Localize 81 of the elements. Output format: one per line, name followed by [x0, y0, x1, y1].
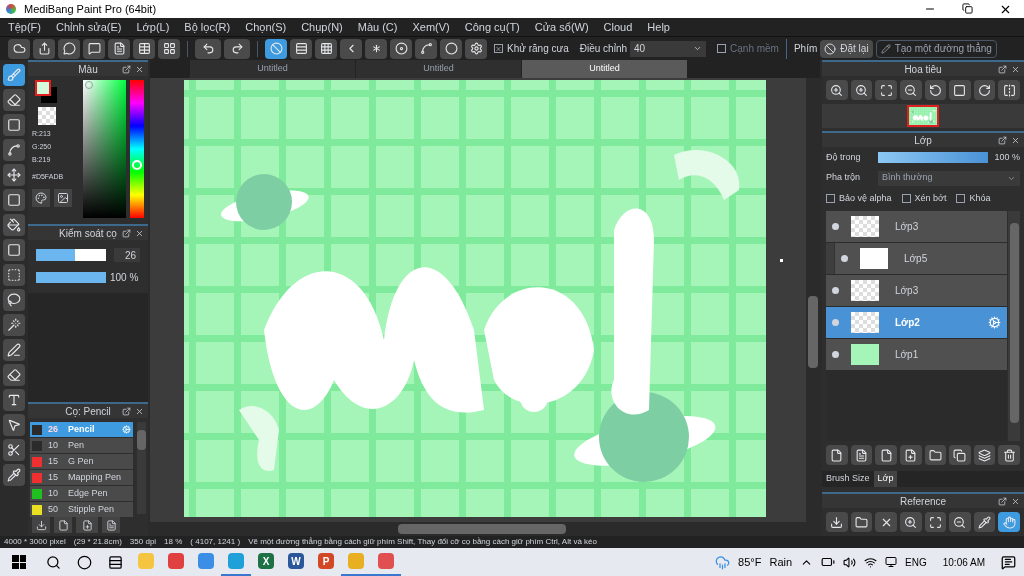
taskbar-app[interactable]: P — [311, 548, 341, 576]
layer-name: Lớp2 — [895, 316, 920, 330]
layer-item[interactable]: Lớp3 — [826, 211, 1007, 242]
brush-size: 10 — [48, 486, 59, 500]
soft-edge-label: Cạnh mềm — [730, 42, 779, 56]
brush-name: Pencil — [68, 422, 95, 436]
brush-item[interactable]: 15 Mapping Pen — [30, 470, 133, 485]
key-label: Phím — [793, 42, 818, 56]
status-text: 18 % — [164, 536, 183, 548]
document-tab[interactable]: Untitled — [522, 60, 687, 78]
brush-item[interactable]: 50 Stipple Pen — [30, 502, 133, 517]
document-tab[interactable]: Untitled — [356, 60, 521, 78]
panel-title: Reference — [899, 494, 947, 509]
brush-name: Pen — [68, 438, 84, 452]
layer-item[interactable]: Lớp5 — [834, 243, 1007, 274]
document-tab[interactable]: Untitled — [190, 60, 355, 78]
taskbar-app[interactable]: X — [251, 548, 281, 576]
menu-item[interactable]: Chỉnh sửa(E) — [56, 18, 122, 36]
layer-name: Lớp5 — [904, 252, 928, 266]
option-label: Xén bớt — [914, 191, 947, 205]
layer-name: Lớp1 — [895, 348, 919, 362]
menu-item[interactable]: Chọn(S) — [245, 18, 287, 36]
status-text: Vẽ một đường thẳng bằng cách giữ phím Shift, Thay đổi cỡ cọ bằng cách giữ phím Ctrl, Alt và kéo — [248, 536, 597, 548]
menu-item[interactable]: Lớp(L) — [136, 18, 170, 36]
status-text: ( 4107, 1241 ) — [190, 536, 241, 548]
powerpoint-icon: P — [318, 553, 334, 569]
menu-item[interactable]: Help — [647, 18, 670, 36]
status-text: (29 * 21.8cm) — [73, 536, 122, 548]
blend-label: Pha trộn — [826, 171, 862, 185]
reset-button[interactable]: Đặt lại — [820, 39, 873, 58]
layer-opacity-value: 100 % — [994, 151, 1020, 164]
brush-name: Mapping Pen — [68, 470, 122, 484]
brush-opacity-value: 100 % — [110, 271, 139, 285]
panel-title: Cọ: Pencil — [65, 404, 111, 419]
menu-item[interactable]: Cửa sổ(W) — [534, 18, 589, 36]
brush-size: 26 — [48, 422, 59, 436]
panel-title: Lớp — [914, 133, 932, 148]
adjust-dropdown[interactable]: 40 — [630, 40, 707, 57]
option-label: Khóa — [969, 191, 991, 205]
adjust-label: Điều chỉnh — [579, 42, 628, 56]
menu-item[interactable]: Màu (C) — [357, 18, 398, 36]
excel-icon: X — [258, 553, 274, 569]
menu-item[interactable]: Chụp(N) — [301, 18, 343, 36]
brush-item[interactable]: 10 Pen — [30, 438, 133, 453]
taskbar-app[interactable]: W — [281, 548, 311, 576]
clock[interactable]: 10:06 AM — [942, 554, 985, 570]
status-text: 4000 * 3000 pixel — [4, 536, 66, 548]
menu-item[interactable]: Tệp(F) — [8, 18, 41, 36]
window-title: MediBang Paint Pro (64bit) — [24, 1, 157, 17]
layer-name: Lớp3 — [895, 284, 919, 298]
temperature: 85°F — [738, 554, 762, 570]
blend-dropdown[interactable]: Bình thường — [878, 170, 1020, 186]
weather-text: Rain — [769, 554, 793, 570]
panel-title: Kiểm soát cọ — [59, 226, 117, 241]
menu-item[interactable]: Công cụ(T) — [464, 18, 520, 36]
layer-name: Lớp3 — [895, 220, 919, 234]
panel-title: Màu — [78, 62, 98, 77]
option-label: Bảo vệ alpha — [839, 191, 892, 205]
brush-size: 15 — [48, 454, 59, 468]
menu-item[interactable]: Xem(V) — [412, 18, 450, 36]
brush-size: 50 — [48, 502, 59, 516]
layer-item[interactable]: Lớp3 — [826, 275, 1007, 306]
brush-item[interactable]: 10 Edge Pen — [30, 486, 133, 501]
brush-name: G Pen — [68, 454, 94, 468]
brush-size: 15 — [48, 470, 59, 484]
layer-item[interactable]: Lớp1 — [826, 339, 1007, 370]
straight-line-button[interactable]: Tạo một đường thẳng — [875, 39, 997, 58]
menu-item[interactable]: Cloud — [603, 18, 633, 36]
antialias-label: Khử răng cưa — [507, 42, 569, 56]
panel-title: Hoa tiêu — [904, 62, 942, 77]
brush-name: Edge Pen — [68, 486, 108, 500]
word-icon: W — [288, 553, 304, 569]
opacity-label: Độ trong — [826, 151, 862, 164]
brush-item[interactable]: 15 G Pen — [30, 454, 133, 469]
menu-item[interactable]: Bộ lọc(R) — [184, 18, 231, 36]
panel-tab[interactable]: Lớp — [873, 471, 898, 487]
brush-size-field[interactable]: 26 — [114, 248, 140, 262]
brush-size: 10 — [48, 438, 59, 452]
status-text: 350 dpi — [129, 536, 157, 548]
brush-name: Stipple Pen — [68, 502, 115, 516]
language-indicator[interactable]: ENG — [905, 554, 927, 570]
